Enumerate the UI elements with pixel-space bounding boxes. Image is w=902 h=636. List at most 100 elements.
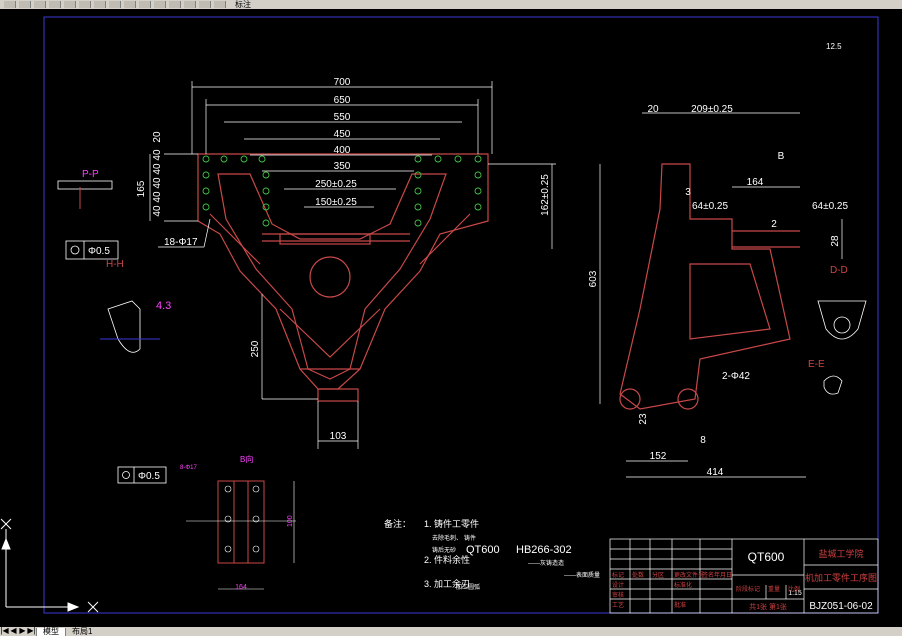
tb-row-5: 年月日 [714,571,732,579]
tb-school: 盐城工学院 [818,548,863,559]
tb-row-1: 处数 [632,571,644,579]
note-sub-1: 去除毛刺、 [432,534,462,542]
tb-sheet: 共1张 第1张 [749,602,787,611]
dim-40-b: 40 [152,163,163,175]
dim-162: 162±0.25 [540,174,551,216]
note-sub-3: 铸后无砂 [432,546,456,554]
pan-icon[interactable] [139,1,151,8]
layer-icon[interactable] [199,1,211,8]
side-dim-20: 20 [647,104,659,115]
tb-material: QT600 [748,550,785,564]
roughness-value: 12.5 [826,42,842,51]
tb-row-6: 设计 [612,581,624,589]
redo-icon[interactable] [124,1,136,8]
section-ee: E-E [808,359,843,395]
front-view: 700 650 550 450 400 350 250±0.25 150±0.2… [65,77,556,449]
section-h-dim: 4.3 [156,300,171,312]
tb-row-8: 审核 [612,591,624,599]
tb-row-9: 工艺 [612,601,624,609]
tab-last-icon[interactable]: ▶| [27,627,36,636]
view-b-label: B [778,151,785,162]
side-view: 20 209±0.25 164 64±0.25 64±0.25 603 2-Φ4… [588,104,848,478]
note-1: 1. 铸件工零件 [424,518,479,529]
tb-row-11: 阶段标记 [736,585,760,593]
dim-700: 700 [334,77,351,88]
dimension-style-label[interactable]: 标注 [235,0,251,9]
note-standard-note2: ——表面质量 [564,571,600,579]
tb-row-4: 签名 [702,571,714,579]
tab-next-icon[interactable]: ▶ [18,627,27,636]
dim-350: 350 [334,161,351,172]
dim-20: 20 [152,131,163,143]
detail-dim-100: 100 [287,515,294,527]
new-icon[interactable] [4,1,16,8]
layer-state-icon[interactable] [214,1,226,8]
detail-dim-8phi17: 8-Φ17 [180,465,197,471]
tab-prev-icon[interactable]: ◀ [9,627,18,636]
tolerance-frame-1: Φ0.5 [65,240,119,260]
print-icon[interactable] [49,1,61,8]
open-icon[interactable] [19,1,31,8]
tab-first-icon[interactable]: |◀ [0,627,9,636]
section-dd: D-D [817,265,867,340]
dim-40-d: 40 [152,191,163,203]
tb-row-0: 标记 [612,571,624,579]
roughness-symbol: 12.5 [826,42,842,51]
tab-layout1[interactable]: 布局1 [65,627,98,636]
notes-title: 备注： [384,518,411,529]
save-icon[interactable] [34,1,46,8]
dim-250: 250±0.25 [315,179,357,190]
tb-row-2: 分区 [652,571,664,579]
dim-650: 650 [334,95,351,106]
side-dim-603: 603 [588,270,599,287]
title-block: QT600 盐城工学院 机加工零件工序图 BJZ051-06-02 1:15 共… [609,538,879,614]
drawing-canvas[interactable]: 700 650 550 450 400 350 250±0.25 150±0.2… [0,9,902,627]
tb-row-12: 重量 [768,585,780,593]
note-sub-4: 加工圆弧 [456,583,480,591]
tb-row-7: 标准化 [674,581,692,589]
undo-icon[interactable] [109,1,121,8]
side-dim-28: 28 [830,235,841,247]
section-pp: P-P [57,169,113,209]
side-dim-2: 2 [771,219,777,230]
properties-icon[interactable] [184,1,196,8]
note-standard: HB266-302 [516,544,572,556]
side-dim-8: 8 [700,435,706,446]
tb-row-10: 批准 [674,601,686,609]
zoom-window-icon[interactable] [169,1,181,8]
dim-550: 550 [334,112,351,123]
toolbar: 标注 [0,0,902,9]
detail-dim-164: 164 [235,584,247,591]
detail-label: B向 [240,454,253,464]
ucs-icon [0,518,99,613]
dim-40-c: 40 [152,177,163,189]
paste-icon[interactable] [94,1,106,8]
side-dim-152: 152 [650,451,667,462]
tolerance-frame-2: Φ0.5 [117,466,167,484]
note-material: QT600 [466,544,500,556]
section-pp-label: P-P [82,169,99,180]
side-dim-2phi42: 2-Φ42 [722,371,750,382]
note-standard-note: ——灰铸造造 [528,559,564,567]
dim-40-e: 40 [152,205,163,217]
note-sub-2: 铸件 [464,534,476,542]
section-hh-label: H-H [106,259,124,270]
side-dim-414: 414 [707,467,724,478]
dim-400: 400 [334,145,351,156]
dim-150: 150±0.25 [315,197,357,208]
dim-165: 165 [136,180,147,197]
dim-450: 450 [334,129,351,140]
tab-model[interactable]: 模型 [36,627,65,636]
dim-40-a: 40 [152,149,163,161]
side-dim-164: 164 [747,177,764,188]
copy-icon[interactable] [79,1,91,8]
side-dim-64a: 64±0.25 [692,201,729,212]
zoom-icon[interactable] [154,1,166,8]
side-dim-3: 3 [685,187,691,198]
tb-part-name: 机加工零件工序图 [805,572,877,583]
section-dd-label: D-D [830,265,848,276]
section-ee-label: E-E [808,359,825,370]
tb-drawing-no: BJZ051-06-02 [809,601,873,612]
cut-icon[interactable] [64,1,76,8]
dim-250-v: 250 [250,340,261,357]
